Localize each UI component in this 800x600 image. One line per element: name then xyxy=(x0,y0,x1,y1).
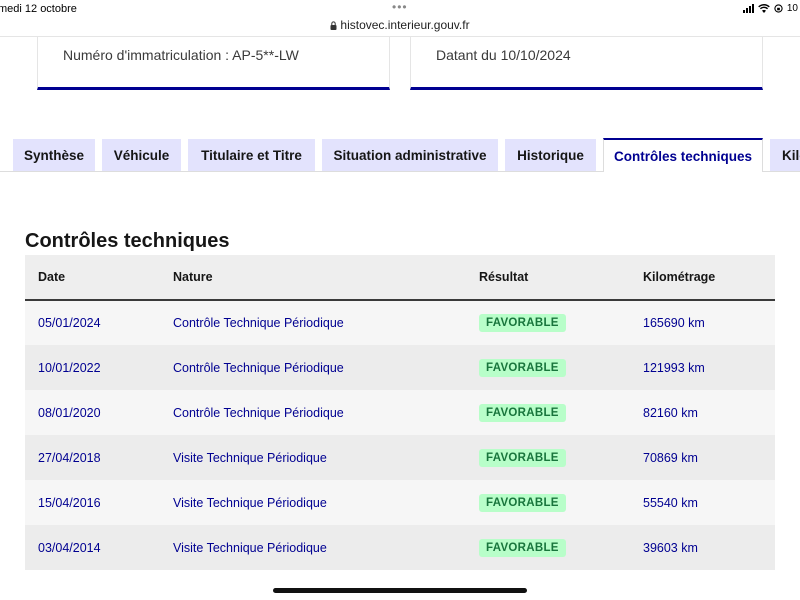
url-text[interactable]: histovec.interieur.gouv.fr xyxy=(340,18,469,32)
cell-mileage: 82160 km xyxy=(643,405,698,420)
cell-date: 03/04/2014 xyxy=(38,540,101,555)
tab-historique[interactable]: Historique xyxy=(505,139,596,171)
status-badge: FAVORABLE xyxy=(479,493,566,512)
cell-date: 08/01/2020 xyxy=(38,405,101,420)
header-mileage: Kilométrage xyxy=(643,270,716,284)
report-date: Datant du 10/10/2024 xyxy=(436,47,571,63)
status-badge: FAVORABLE xyxy=(479,314,566,332)
cell-mileage: 39603 km xyxy=(643,540,698,555)
battery-percent: 10 xyxy=(786,3,798,14)
cell-nature: Contrôle Technique Périodique xyxy=(173,316,344,330)
cell-date: 15/04/2016 xyxy=(38,495,101,510)
status-badge: FAVORABLE xyxy=(479,358,566,377)
cell-result: FAVORABLE xyxy=(466,300,630,345)
table-row: 10/01/2022 Contrôle Technique Périodique… xyxy=(25,345,775,390)
section-title: Contrôles techniques xyxy=(25,230,230,252)
report-date-card: Datant du 10/10/2024 xyxy=(410,37,763,90)
table-row: 15/04/2016 Visite Technique Périodique F… xyxy=(25,480,775,525)
cell-nature: Contrôle Technique Périodique xyxy=(173,360,344,375)
tab-list: Synthèse Véhicule Titulaire et Titre Sit… xyxy=(0,138,800,172)
table-header-row: Date Nature Résultat Kilométrage xyxy=(25,255,775,300)
inspections-table: Date Nature Résultat Kilométrage 05/01/2… xyxy=(25,255,775,570)
cell-nature: Visite Technique Périodique xyxy=(173,450,327,465)
registration-card: Numéro d'immatriculation : AP-5**-LW xyxy=(37,37,390,90)
cell-mileage: 55540 km xyxy=(643,495,698,510)
status-badge: FAVORABLE xyxy=(479,403,566,422)
tab-titulaire-titre[interactable]: Titulaire et Titre xyxy=(188,139,315,171)
tab-situation-administrative[interactable]: Situation administrative xyxy=(322,139,498,171)
table-row: 27/04/2018 Visite Technique Périodique F… xyxy=(25,435,775,480)
tab-kilometrage[interactable]: Kilo xyxy=(770,139,800,171)
cell-result: FAVORABLE xyxy=(466,435,630,480)
registration-number: Numéro d'immatriculation : AP-5**-LW xyxy=(63,47,299,63)
header-result: Résultat xyxy=(479,270,529,284)
cell-date: 05/01/2024 xyxy=(38,316,101,330)
status-date: medi 12 octobre xyxy=(0,3,77,15)
cell-date: 27/04/2018 xyxy=(38,450,101,465)
address-bar[interactable]: histovec.interieur.gouv.fr xyxy=(0,18,800,36)
cell-date: 10/01/2022 xyxy=(38,360,101,375)
table-row: 05/01/2024 Contrôle Technique Périodique… xyxy=(25,300,775,345)
lock-icon xyxy=(330,20,337,30)
header-nature: Nature xyxy=(173,270,213,284)
cell-mileage: 121993 km xyxy=(643,360,705,375)
cell-mileage: 165690 km xyxy=(643,316,705,330)
home-indicator[interactable] xyxy=(273,588,527,593)
tab-vehicule[interactable]: Véhicule xyxy=(102,139,181,171)
status-badge: FAVORABLE xyxy=(479,538,566,557)
cell-result: FAVORABLE xyxy=(466,390,630,435)
cell-nature: Visite Technique Périodique xyxy=(173,495,327,510)
cell-result: FAVORABLE xyxy=(466,480,630,525)
cell-result: FAVORABLE xyxy=(466,525,630,570)
header-date: Date xyxy=(38,270,66,284)
status-badge: FAVORABLE xyxy=(479,448,566,467)
cellular-signal-icon xyxy=(742,4,754,13)
table-row: 03/04/2014 Visite Technique Périodique F… xyxy=(25,525,775,570)
table-row: 08/01/2020 Contrôle Technique Périodique… xyxy=(25,390,775,435)
tab-synthese[interactable]: Synthèse xyxy=(13,139,95,171)
tab-controles-techniques[interactable]: Contrôles techniques xyxy=(603,138,763,172)
status-bar: medi 12 octobre ••• 10 xyxy=(0,0,800,18)
wifi-icon xyxy=(758,4,770,13)
cell-result: FAVORABLE xyxy=(466,345,630,390)
cell-nature: Visite Technique Périodique xyxy=(173,540,327,555)
cell-nature: Contrôle Technique Périodique xyxy=(173,405,344,420)
multitask-dots-icon[interactable]: ••• xyxy=(392,0,408,14)
orientation-lock-icon xyxy=(774,4,783,13)
cell-mileage: 70869 km xyxy=(643,450,698,465)
status-indicators: 10 xyxy=(742,3,798,14)
